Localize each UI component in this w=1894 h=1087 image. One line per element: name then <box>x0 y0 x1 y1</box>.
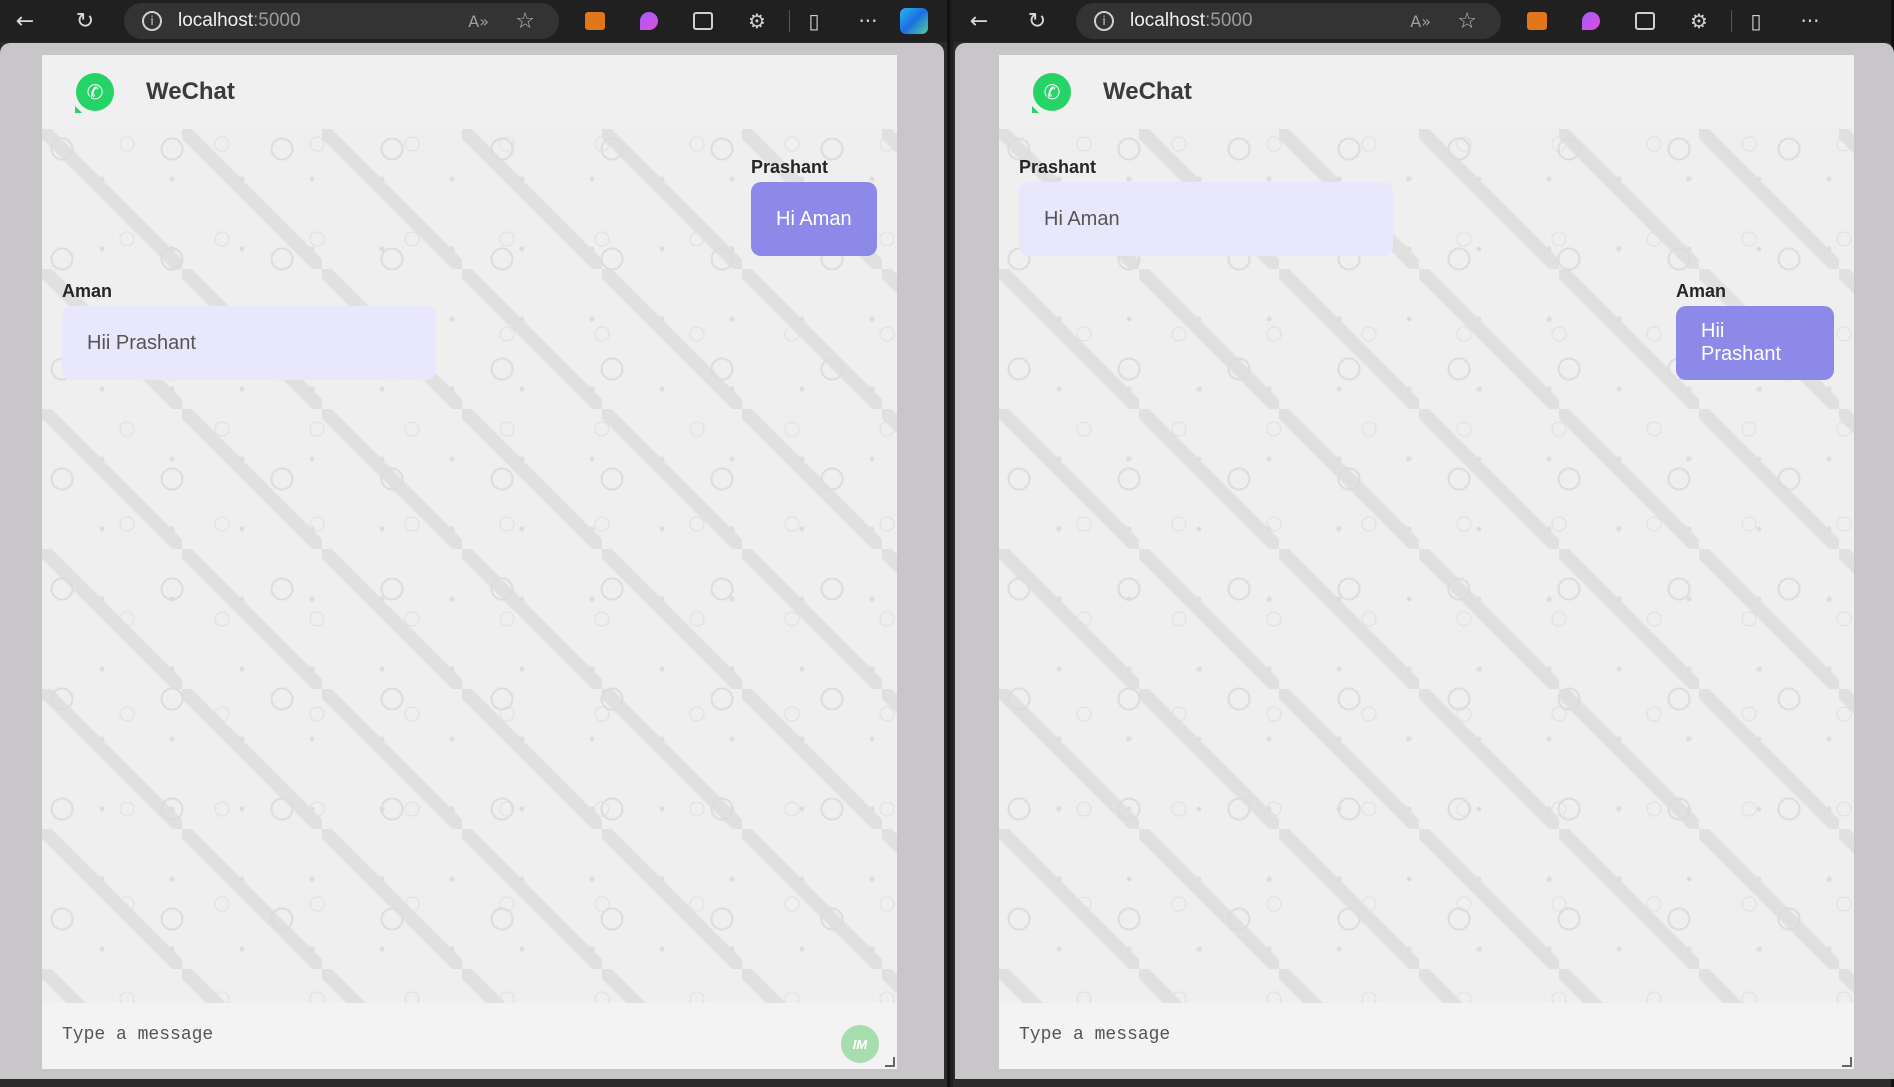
message-composer: IM <box>42 1003 897 1069</box>
purple-extension-icon[interactable] <box>1573 3 1609 39</box>
extensions-puzzle-icon[interactable]: ⚙ <box>739 3 775 39</box>
chat-app: ✆ WeChat Prashant Hi Aman Aman Hii Prash… <box>999 55 1854 1069</box>
read-aloud-icon[interactable]: A» <box>468 12 489 31</box>
whatsapp-logo-icon: ✆ <box>1033 73 1071 111</box>
page-viewport: ✆ WeChat Prashant Hi Aman Aman Hii Prash… <box>0 43 944 1079</box>
avatar[interactable]: IM <box>841 1025 879 1063</box>
more-menu-icon[interactable]: ··· <box>1792 3 1828 39</box>
star-icon[interactable]: ☆ <box>1457 9 1477 34</box>
message-bubble: Hii Prashant <box>62 306 436 380</box>
resize-grip-icon[interactable] <box>1842 1057 1852 1067</box>
message-outgoing: Aman Hii Prashant <box>1676 281 1834 380</box>
copilot-icon[interactable] <box>900 8 928 34</box>
chat-messages-area: Prashant Hi Aman Aman Hii Prashant <box>42 129 897 1059</box>
message-incoming: Aman Hii Prashant <box>62 281 436 380</box>
message-sender: Aman <box>1676 281 1727 301</box>
message-input[interactable] <box>999 1003 1854 1069</box>
address-port: :5000 <box>1205 10 1253 31</box>
message-input[interactable] <box>42 1003 897 1069</box>
back-icon[interactable]: ← <box>6 2 44 40</box>
message-outgoing: Prashant Hi Aman <box>751 157 877 256</box>
more-menu-icon[interactable]: ··· <box>850 3 886 39</box>
browser-toolbar: ← ↻ i localhost:5000 A» ☆ ⚙ ▯ ··· <box>0 0 947 42</box>
chat-messages-area: Prashant Hi Aman Aman Hii Prashant <box>999 129 1854 1059</box>
site-info-icon[interactable]: i <box>142 11 162 31</box>
refresh-icon[interactable]: ↻ <box>66 2 104 40</box>
back-icon[interactable]: ← <box>960 2 998 40</box>
toolbar-divider <box>1731 10 1732 32</box>
browser-window-right: ← ↻ i localhost:5000 A» ☆ ⚙ ▯ ··· ✆ WeCh… <box>953 0 1894 1087</box>
chat-header: ✆ WeChat <box>999 55 1854 129</box>
message-bubble: Hii Prashant <box>1676 306 1834 380</box>
chat-header: ✆ WeChat <box>42 55 897 129</box>
message-bubble: Hi Aman <box>751 182 877 256</box>
metamask-extension-icon[interactable] <box>577 3 613 39</box>
message-sender: Aman <box>62 281 113 301</box>
address-host: localhost <box>1130 10 1205 31</box>
browser-window-left: ← ↻ i localhost:5000 A» ☆ ⚙ ▯ ··· ✆ WeCh… <box>0 0 950 1087</box>
split-screen-icon[interactable]: ▯ <box>1738 3 1774 39</box>
message-incoming: Prashant Hi Aman <box>1019 157 1393 256</box>
message-bubble: Hi Aman <box>1019 182 1393 256</box>
star-icon[interactable]: ☆ <box>515 9 535 34</box>
refresh-icon[interactable]: ↻ <box>1018 2 1056 40</box>
browser-toolbar: ← ↻ i localhost:5000 A» ☆ ⚙ ▯ ··· <box>953 0 1891 42</box>
chat-app: ✆ WeChat Prashant Hi Aman Aman Hii Prash… <box>42 55 897 1069</box>
read-aloud-icon[interactable]: A» <box>1410 12 1431 31</box>
resize-grip-icon[interactable] <box>885 1057 895 1067</box>
address-bar[interactable]: i localhost:5000 A» ☆ <box>1076 3 1501 39</box>
page-viewport: ✆ WeChat Prashant Hi Aman Aman Hii Prash… <box>955 43 1894 1079</box>
message-sender: Prashant <box>751 157 829 177</box>
image-extension-icon[interactable] <box>1627 3 1663 39</box>
address-bar[interactable]: i localhost:5000 A» ☆ <box>124 3 559 39</box>
purple-extension-icon[interactable] <box>631 3 667 39</box>
site-info-icon[interactable]: i <box>1094 11 1114 31</box>
metamask-extension-icon[interactable] <box>1519 3 1555 39</box>
message-sender: Prashant <box>1019 157 1097 177</box>
image-extension-icon[interactable] <box>685 3 721 39</box>
split-screen-icon[interactable]: ▯ <box>796 3 832 39</box>
message-composer <box>999 1003 1854 1069</box>
whatsapp-logo-icon: ✆ <box>76 73 114 111</box>
address-host: localhost <box>178 10 253 31</box>
extensions-puzzle-icon[interactable]: ⚙ <box>1681 3 1717 39</box>
toolbar-divider <box>789 10 790 32</box>
app-title: WeChat <box>146 78 235 105</box>
app-title: WeChat <box>1103 78 1192 105</box>
address-port: :5000 <box>253 10 301 31</box>
